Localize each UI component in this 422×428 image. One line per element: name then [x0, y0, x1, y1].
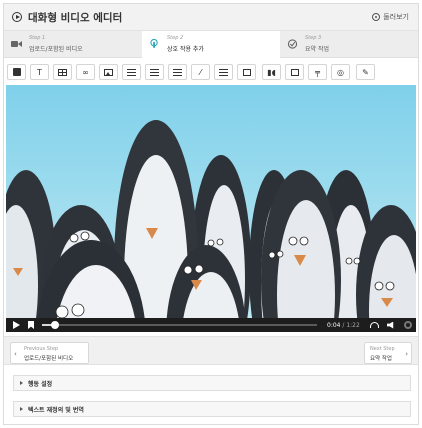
tour-icon: [372, 13, 381, 21]
true-false-button[interactable]: ⁄: [191, 64, 210, 80]
previous-step-small: Previous Step: [24, 346, 59, 352]
settings-gear-icon[interactable]: [403, 321, 412, 329]
step-tab-upload[interactable]: Step 1 업로드/포함된 비디오: [4, 31, 142, 58]
behaviour-settings-toggle[interactable]: 행동 설정: [13, 375, 411, 391]
drag-drop-button[interactable]: [285, 64, 304, 80]
crossroads-button[interactable]: ╤: [308, 64, 327, 80]
drag-text-button[interactable]: [237, 64, 256, 80]
crossroads-icon: ╤: [315, 67, 320, 77]
statements-icon: [127, 68, 136, 76]
accordion-label: 행동 설정: [28, 380, 53, 388]
mark-words-button[interactable]: ▮◖: [262, 64, 281, 80]
hotspot-icon: ◎: [337, 67, 344, 77]
drag-drop-icon: [290, 68, 299, 76]
bookmark-button[interactable]: [28, 321, 34, 329]
statements-button[interactable]: [122, 64, 141, 80]
image-button[interactable]: [99, 64, 118, 80]
next-step-small: Next Step: [370, 346, 395, 352]
penguins-scene-image: [6, 85, 416, 318]
label-icon: [12, 68, 21, 76]
single-choice-icon: [150, 68, 159, 76]
volume-button[interactable]: [386, 321, 394, 329]
tour-button[interactable]: 둘러보기: [372, 12, 409, 22]
text-icon: T: [37, 67, 42, 77]
interaction-toolbar: T ∞ ⁄ ▮◖ ╤ ◎ ✎: [4, 61, 418, 83]
play-circle-icon: [12, 12, 22, 22]
step-number: Step 1: [29, 35, 46, 41]
drag-text-icon: [242, 68, 251, 76]
step-navigation: ‹ Previous Step 업로드/포함된 비디오 Next Step 요약…: [4, 336, 418, 365]
table-icon: [58, 68, 67, 76]
true-false-icon: ⁄: [199, 67, 202, 77]
progress-handle[interactable]: [51, 321, 60, 329]
video-controls: 0:04 / 1:22: [6, 318, 416, 332]
touch-icon: [150, 39, 158, 49]
mark-words-icon: ▮◖: [267, 67, 276, 77]
video-frame[interactable]: [6, 85, 416, 318]
step-number: Step 3: [305, 35, 322, 41]
caret-right-icon: [20, 381, 23, 385]
duration: 1:22: [346, 321, 360, 329]
link-icon: ∞: [82, 67, 89, 77]
previous-step-label: 업로드/포함된 비디오: [24, 356, 74, 362]
image-icon: [104, 68, 113, 76]
single-choice-button[interactable]: [145, 64, 164, 80]
check-circle-icon: [287, 39, 298, 49]
tour-label: 둘러보기: [383, 13, 409, 21]
label-button[interactable]: [7, 64, 26, 80]
next-step-label: 요약 작업: [370, 356, 392, 362]
next-step-button[interactable]: Next Step 요약 작업 ›: [364, 342, 412, 364]
play-button[interactable]: [13, 321, 20, 329]
speed-button[interactable]: [369, 322, 379, 328]
current-time: 0:04: [327, 321, 341, 329]
previous-step-button[interactable]: ‹ Previous Step 업로드/포함된 비디오: [10, 342, 89, 364]
accordion-label: 텍스트 재정의 및 번역: [28, 406, 84, 414]
video-camera-icon: [11, 41, 22, 47]
chevron-left-icon: ‹: [14, 350, 17, 358]
step-tabs: Step 1 업로드/포함된 비디오 Step 2 상호 작용 추가 Step …: [4, 31, 418, 58]
caret-right-icon: [20, 407, 23, 411]
editor-title: 대화형 비디오 에디터: [28, 11, 123, 24]
progress-slider[interactable]: [42, 321, 317, 329]
multiple-choice-icon: [173, 68, 182, 76]
multiple-choice-button[interactable]: [168, 64, 187, 80]
table-button[interactable]: [53, 64, 72, 80]
fill-blanks-icon: [219, 68, 228, 76]
step-tab-summary[interactable]: Step 3 요약 작업: [280, 31, 418, 58]
interactive-video-editor: 대화형 비디오 에디터 둘러보기 Step 1 업로드/포함된 비디오 Step…: [3, 3, 419, 425]
link-button[interactable]: ∞: [76, 64, 95, 80]
step-number: Step 2: [167, 35, 184, 41]
free-text-button[interactable]: ✎: [356, 64, 375, 80]
text-overrides-toggle[interactable]: 텍스트 재정의 및 번역: [13, 401, 411, 417]
hotspot-button[interactable]: ◎: [331, 64, 350, 80]
fill-blanks-button[interactable]: [214, 64, 233, 80]
step-label: 상호 작용 추가: [167, 46, 204, 53]
free-text-icon: ✎: [362, 67, 369, 77]
editor-header: 대화형 비디오 에디터 둘러보기: [4, 4, 418, 31]
time-display: 0:04 / 1:22: [327, 321, 360, 329]
chevron-right-icon: ›: [405, 350, 408, 358]
text-button[interactable]: T: [30, 64, 49, 80]
step-label: 업로드/포함된 비디오: [29, 46, 83, 53]
step-label: 요약 작업: [305, 46, 329, 53]
step-tab-interactions[interactable]: Step 2 상호 작용 추가: [142, 31, 280, 58]
